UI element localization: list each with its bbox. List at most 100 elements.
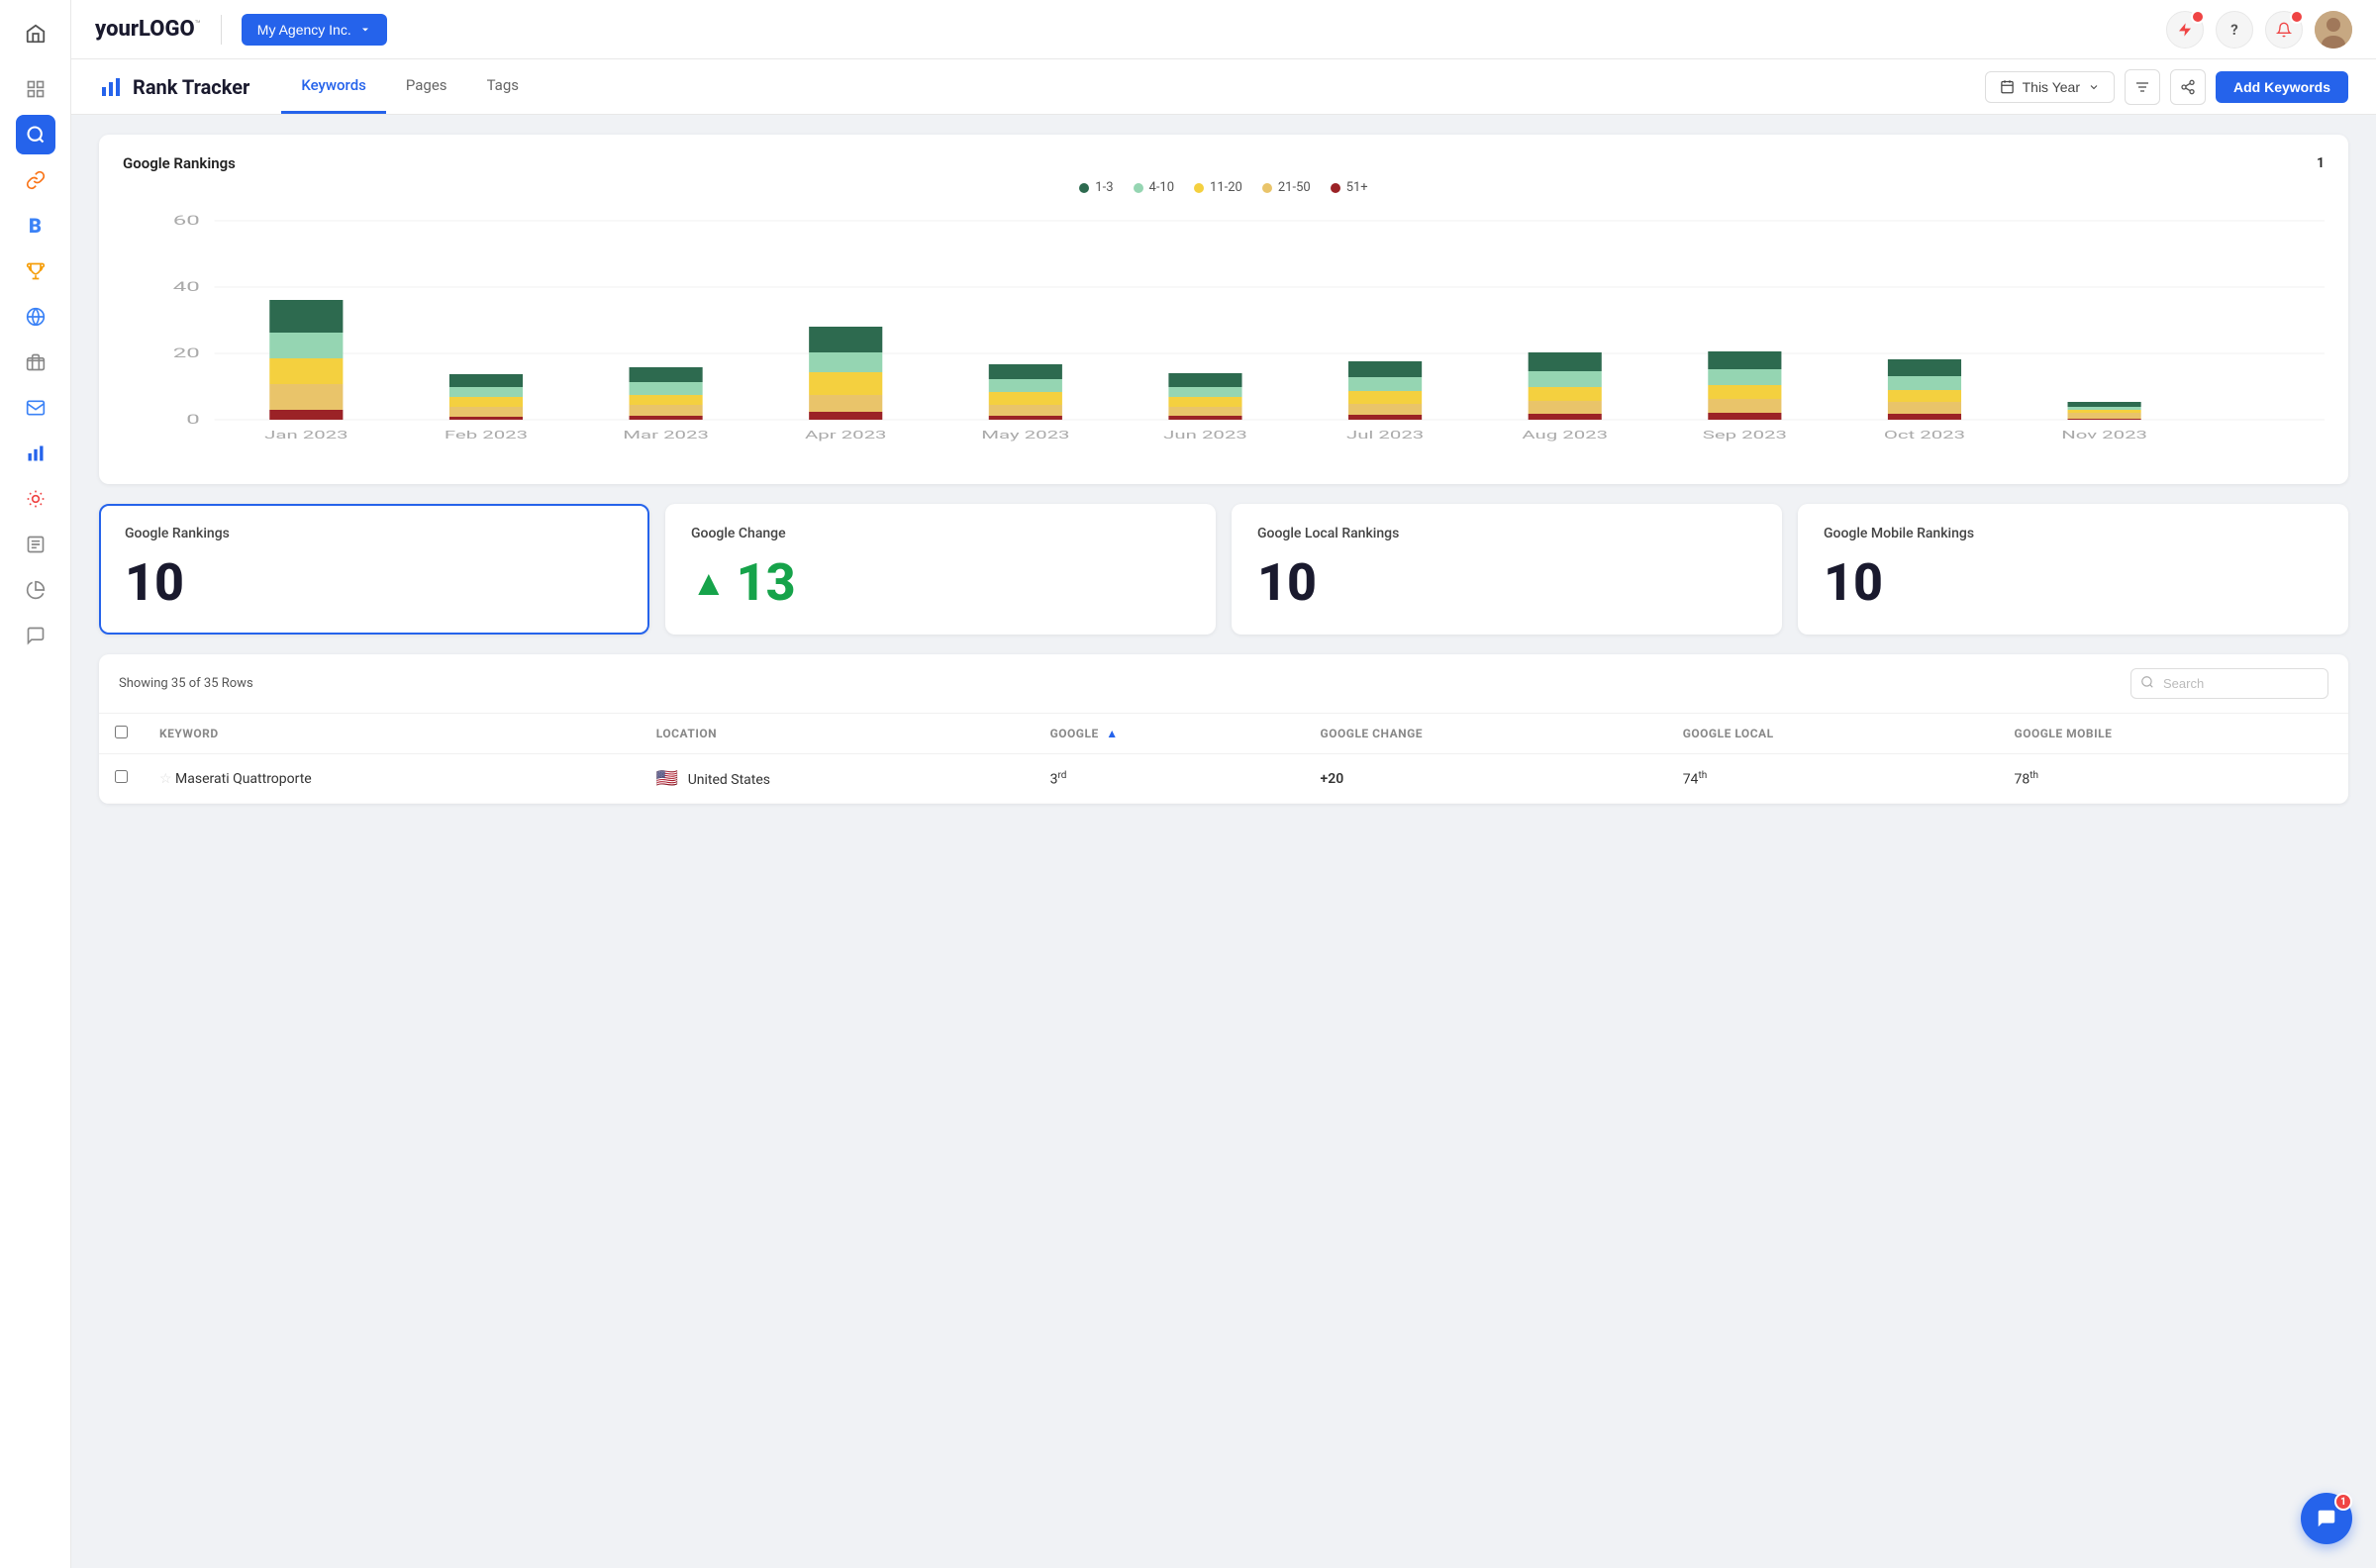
legend-1-3: 1-3 [1079, 180, 1113, 195]
sidebar-icon-trophy[interactable] [16, 251, 55, 291]
stat-value-google-local: 10 [1257, 557, 1756, 609]
tab-tags[interactable]: Tags [467, 59, 539, 114]
stat-card-google-change[interactable]: Google Change ▲ 13 [665, 504, 1216, 635]
top-header: yourLOGO™ My Agency Inc. ? [71, 0, 2376, 59]
bar-sep: Sep 2023 [1703, 351, 1787, 441]
legend-dot-11-20 [1194, 183, 1204, 193]
sidebar-icon-chat[interactable] [16, 616, 55, 655]
svg-text:60: 60 [173, 213, 200, 228]
date-range-label: This Year [2023, 79, 2080, 95]
tab-keywords[interactable]: Keywords [281, 59, 386, 114]
chat-button[interactable]: 1 [2301, 1493, 2352, 1544]
sidebar-icon-doc[interactable] [16, 525, 55, 564]
row-location-cell: 🇺🇸 United States [641, 754, 1035, 804]
col-google[interactable]: GOOGLE ▲ [1035, 714, 1305, 754]
col-google-change[interactable]: GOOGLE CHANGE [1305, 714, 1667, 754]
row-google-change-cell: +20 [1305, 754, 1667, 804]
stat-card-google-rankings[interactable]: Google Rankings 10 [99, 504, 649, 635]
bolt-badge [2191, 10, 2205, 24]
stat-cards: Google Rankings 10 Google Change ▲ 13 Go… [99, 504, 2348, 635]
svg-text:Jan 2023: Jan 2023 [264, 429, 347, 441]
share-icon [2180, 79, 2196, 95]
bar-jul: Jul 2023 [1346, 361, 1424, 441]
filter-icon [2134, 79, 2150, 95]
row-checkbox-cell [99, 754, 144, 804]
search-input[interactable] [2130, 668, 2328, 699]
bolt-button[interactable] [2166, 11, 2204, 49]
bar-feb: Feb 2023 [445, 374, 528, 441]
icon-sidebar: B [0, 0, 71, 1568]
svg-text:0: 0 [186, 412, 200, 427]
agency-selector[interactable]: My Agency Inc. [242, 14, 387, 46]
sidebar-icon-globe[interactable] [16, 297, 55, 337]
page-title-area: Rank Tracker [99, 75, 249, 99]
sidebar-icon-b[interactable]: B [16, 206, 55, 245]
sidebar-icon-special[interactable] [16, 479, 55, 519]
stat-label-google-change: Google Change [691, 526, 1190, 541]
col-google-mobile[interactable]: GOOGLE MOBILE [1999, 714, 2348, 754]
stat-card-google-mobile[interactable]: Google Mobile Rankings 10 [1798, 504, 2348, 635]
help-icon: ? [2230, 21, 2237, 39]
calendar-icon [2000, 79, 2015, 94]
chart-badge: 1 [2317, 155, 2325, 171]
google-rankings-chart-card: Google Rankings 1 1-3 4-10 11-20 [99, 135, 2348, 484]
svg-text:Sep 2023: Sep 2023 [1703, 429, 1787, 441]
header-icons: ? [2166, 11, 2352, 49]
data-table: KEYWORD LOCATION GOOGLE ▲ GOOGLE CHANGE [99, 714, 2348, 804]
sidebar-icon-box[interactable] [16, 343, 55, 382]
sidebar-icon-barchart[interactable] [16, 434, 55, 473]
row-google-mobile-cell: 78th [1999, 754, 2348, 804]
col-location[interactable]: LOCATION [641, 714, 1035, 754]
share-button[interactable] [2170, 69, 2206, 105]
rows-info: Showing 35 of 35 Rows [119, 676, 253, 691]
sub-header-actions: This Year Add Keywords [1985, 69, 2348, 105]
help-button[interactable]: ? [2216, 11, 2253, 49]
agency-name: My Agency Inc. [257, 22, 351, 38]
bell-button[interactable] [2265, 11, 2303, 49]
add-keywords-button[interactable]: Add Keywords [2216, 71, 2348, 103]
page-title-icon [99, 75, 123, 99]
svg-text:Oct 2023: Oct 2023 [1884, 429, 1965, 441]
row-checkbox[interactable] [115, 770, 128, 783]
logo: yourLOGO™ [95, 17, 201, 42]
svg-text:Aug 2023: Aug 2023 [1522, 429, 1608, 441]
content-area: Rank Tracker Keywords Pages Tags [71, 59, 2376, 1568]
col-keyword[interactable]: KEYWORD [144, 714, 641, 754]
svg-text:20: 20 [173, 345, 200, 360]
select-all-checkbox[interactable] [115, 726, 128, 738]
svg-text:May 2023: May 2023 [981, 429, 1069, 441]
sidebar-icon-grid[interactable] [16, 69, 55, 109]
star-favorite[interactable]: ☆ [159, 771, 172, 787]
sidebar-icon-mail[interactable] [16, 388, 55, 428]
col-google-local[interactable]: GOOGLE LOCAL [1667, 714, 1999, 754]
tabs: Keywords Pages Tags [281, 59, 539, 114]
svg-text:Jul 2023: Jul 2023 [1346, 429, 1424, 441]
bar-jun: Jun 2023 [1163, 373, 1247, 441]
legend-11-20: 11-20 [1194, 180, 1242, 195]
sort-icon: ▲ [1106, 727, 1118, 740]
legend-dot-1-3 [1079, 183, 1089, 193]
table-card: Showing 35 of 35 Rows [99, 654, 2348, 804]
user-avatar[interactable] [2315, 11, 2352, 49]
filter-button[interactable] [2125, 69, 2160, 105]
page-content: Google Rankings 1 1-3 4-10 11-20 [71, 115, 2376, 1568]
table-toolbar: Showing 35 of 35 Rows [99, 654, 2348, 714]
svg-text:Mar 2023: Mar 2023 [623, 429, 709, 441]
sidebar-icon-link[interactable] [16, 160, 55, 200]
page-title: Rank Tracker [133, 75, 249, 99]
stat-card-google-local[interactable]: Google Local Rankings 10 [1232, 504, 1782, 635]
sidebar-icon-piechart[interactable] [16, 570, 55, 610]
date-range-button[interactable]: This Year [1985, 71, 2115, 103]
tab-pages[interactable]: Pages [386, 59, 467, 114]
legend-51plus: 51+ [1331, 180, 1368, 195]
sidebar-icon-home[interactable] [14, 12, 57, 55]
bar-oct: Oct 2023 [1884, 359, 1965, 441]
bar-may: May 2023 [981, 364, 1069, 441]
table-row: ☆ Maserati Quattroporte 🇺🇸 United States… [99, 754, 2348, 804]
search-icon [2140, 675, 2154, 693]
legend-dot-4-10 [1134, 183, 1143, 193]
up-arrow-icon: ▲ [691, 565, 727, 601]
sidebar-icon-search[interactable] [16, 115, 55, 154]
legend-4-10: 4-10 [1134, 180, 1175, 195]
legend-dot-21-50 [1262, 183, 1272, 193]
